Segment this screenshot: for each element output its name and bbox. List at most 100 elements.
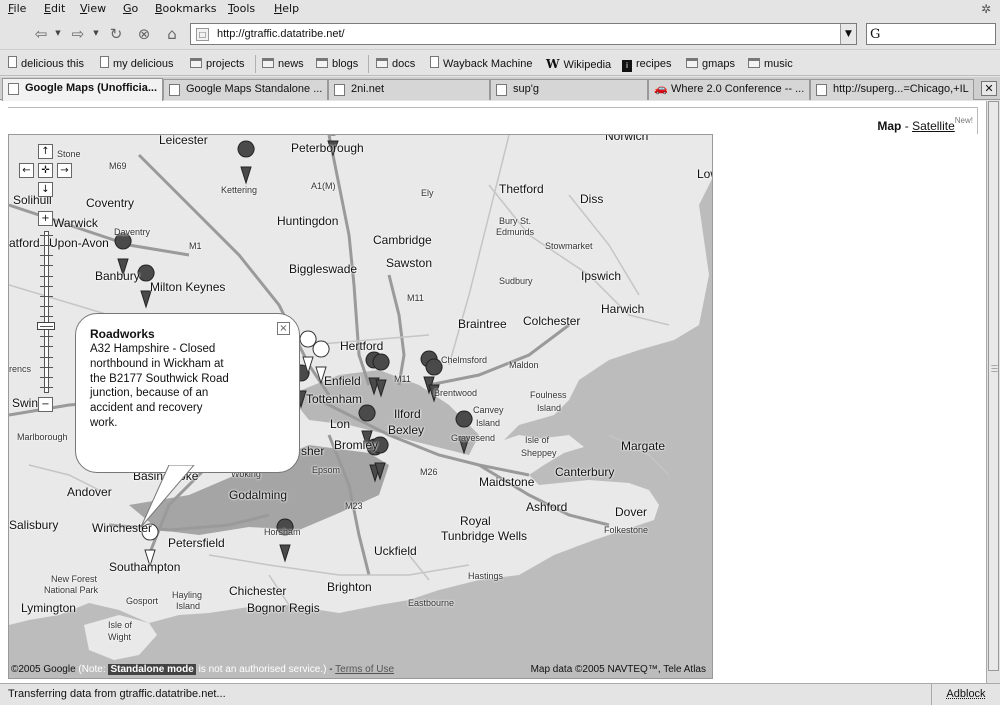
bookmark-label: music <box>764 58 793 70</box>
place-label: Peterborough <box>291 141 364 155</box>
bookmark-folder-gmaps[interactable]: gmaps <box>686 56 735 72</box>
bookmark-separator <box>255 55 256 73</box>
menu-tools[interactable]: Tools <box>228 2 255 15</box>
bookmark-folder-music[interactable]: music <box>748 56 793 72</box>
bookmark-folder-news[interactable]: news <box>262 56 304 72</box>
zoom-slider-tick <box>40 265 53 267</box>
place-label: atford <box>9 236 40 250</box>
bookmark-wikipedia[interactable]: W Wikipedia <box>546 56 611 72</box>
place-label: Canterbury <box>555 465 615 479</box>
forward-history-dropdown[interactable]: ▼ <box>92 26 100 40</box>
zoom-in-button[interactable]: + <box>38 211 53 226</box>
map-type-map[interactable]: Map <box>877 119 901 133</box>
tab-where-2-conference[interactable]: 🚗 Where 2.0 Conference -- ... <box>648 79 810 100</box>
place-label: Low <box>697 167 712 181</box>
place-label: Edmunds <box>496 227 535 237</box>
bookmark-delicious-this[interactable]: delicious this <box>8 56 84 72</box>
wikipedia-icon: W <box>546 57 560 71</box>
page-favicon-icon: □ <box>196 28 209 41</box>
place-label: Horsham <box>264 527 301 537</box>
back-button[interactable]: ⇦ <box>30 24 52 44</box>
place-label: M23 <box>345 501 363 511</box>
place-label: Sawston <box>386 256 433 270</box>
place-label: Salisbury <box>9 518 59 532</box>
place-label: Royal <box>460 514 491 528</box>
map-viewport[interactable]: Leicester Peterborough Norwich Stone Ket… <box>8 134 713 679</box>
info-window-close-button[interactable]: × <box>277 322 290 335</box>
search-box[interactable]: G <box>866 23 996 45</box>
place-label: Maidstone <box>479 475 535 489</box>
folder-icon <box>376 58 388 68</box>
menu-file[interactable]: File <box>8 2 26 15</box>
place-label: Bognor Regis <box>247 601 320 615</box>
bookmark-separator <box>368 55 369 73</box>
menu-edit[interactable]: Edit <box>44 2 65 15</box>
place-label: Southampton <box>109 560 181 574</box>
place-label: Thetford <box>499 182 544 196</box>
bookmark-label: delicious this <box>21 58 84 70</box>
place-label: Upon-Avon <box>49 236 109 250</box>
bookmark-label: news <box>278 58 304 70</box>
place-label: Hastings <box>468 571 504 581</box>
place-label: Bury St. <box>499 216 532 226</box>
tab-google-maps-standalone[interactable]: Google Maps Standalone ... <box>163 79 328 100</box>
page-icon <box>816 84 827 96</box>
forward-button[interactable]: ⇨ <box>67 24 89 44</box>
place-label: Margate <box>621 439 666 453</box>
tab-2ni-net[interactable]: 2ni.net <box>328 79 490 100</box>
tab-superg-chicago[interactable]: http://superg...=Chicago,+IL <box>810 79 974 100</box>
search-engine-google-icon[interactable]: G <box>870 27 892 42</box>
home-icon: ⌂ <box>167 25 177 43</box>
bookmark-folder-docs[interactable]: docs <box>376 56 415 72</box>
pan-center-button[interactable]: ✛ <box>38 163 53 178</box>
bookmark-my-delicious[interactable]: my delicious <box>100 56 174 72</box>
back-history-dropdown[interactable]: ▼ <box>54 26 62 40</box>
page-icon <box>169 84 180 96</box>
tab-supg[interactable]: sup'g <box>490 79 648 100</box>
terms-of-use-link[interactable]: Terms of Use <box>335 664 394 675</box>
menu-go[interactable]: Go <box>123 2 138 15</box>
standalone-mode-text: Standalone mode <box>108 664 196 675</box>
close-tab-button[interactable]: ✕ <box>981 81 997 96</box>
bookmark-folder-projects[interactable]: projects <box>190 56 245 72</box>
car-icon: 🚗 <box>654 83 668 95</box>
menu-bookmarks[interactable]: Bookmarks <box>155 2 216 15</box>
pan-down-button[interactable]: ↓ <box>38 182 53 197</box>
place-label: Biggleswade <box>289 262 358 276</box>
stop-button[interactable]: ⊗ <box>133 24 155 44</box>
page-icon <box>496 84 507 96</box>
place-label: Island <box>537 403 562 413</box>
zoom-slider-tick <box>40 316 53 318</box>
place-label: Ilford <box>394 407 421 421</box>
place-label: Kettering <box>221 185 258 195</box>
forward-arrow-icon: ⇨ <box>71 25 85 43</box>
place-label: Wight <box>108 632 132 642</box>
navigation-toolbar: ⇦ ▼ ⇨ ▼ ↻ ⊗ ⌂ □ http://gtraffic.datatrib… <box>0 18 1000 50</box>
reload-icon: ↻ <box>109 25 123 43</box>
place-label: Harwich <box>601 302 645 316</box>
folder-icon <box>686 58 698 68</box>
zoom-out-button[interactable]: − <box>38 397 53 412</box>
menu-help[interactable]: Help <box>274 2 299 15</box>
vertical-scrollbar[interactable]: — — — <box>986 101 1000 683</box>
scrollbar-thumb[interactable]: — — — <box>988 101 999 671</box>
bookmark-folder-blogs[interactable]: blogs <box>316 56 358 72</box>
pan-up-button[interactable]: ↑ <box>38 144 53 159</box>
pan-left-button[interactable]: ← <box>19 163 34 178</box>
menu-view[interactable]: View <box>80 2 106 15</box>
url-bar[interactable]: □ http://gtraffic.datatribe.net/ ▼ <box>190 23 857 45</box>
page-icon <box>430 56 439 68</box>
place-label: Ashford <box>526 500 568 514</box>
bookmark-wayback-machine[interactable]: Wayback Machine <box>430 56 532 72</box>
zoom-slider-tick <box>40 275 53 278</box>
place-label: M11 <box>407 293 424 303</box>
home-button[interactable]: ⌂ <box>161 24 183 44</box>
bookmark-recipes[interactable]: i recipes <box>622 56 671 72</box>
place-label: Daventry <box>114 227 151 237</box>
reload-button[interactable]: ↻ <box>105 24 127 44</box>
adblock-button[interactable]: Adblock <box>931 684 1000 705</box>
url-history-dropdown[interactable]: ▼ <box>840 24 856 44</box>
tab-google-maps-unofficial[interactable]: Google Maps (Unofficia... <box>2 78 163 101</box>
map-type-satellite-link[interactable]: Satellite <box>912 119 955 133</box>
pan-right-button[interactable]: → <box>57 163 72 178</box>
